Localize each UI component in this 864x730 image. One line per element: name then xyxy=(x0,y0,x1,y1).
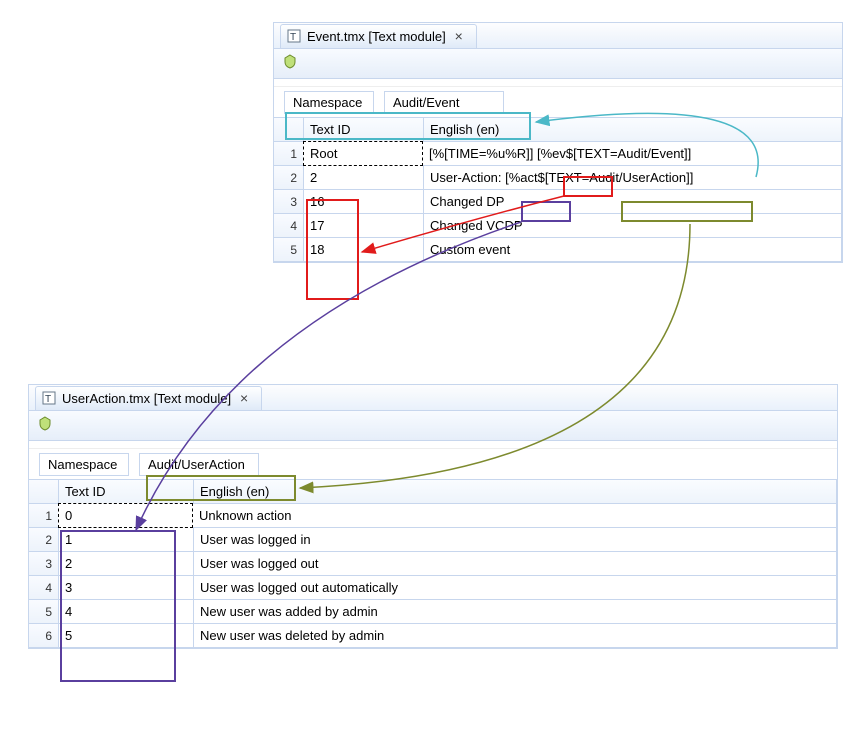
table-row[interactable]: 1 Root [%[TIME=%u%R]] [%ev$[TEXT=Audit/E… xyxy=(274,142,842,166)
english-header[interactable]: English (en) xyxy=(424,118,842,142)
separator xyxy=(29,441,837,449)
rownum: 6 xyxy=(29,624,59,648)
english-cell[interactable]: Changed VCDP xyxy=(424,214,842,238)
user-namespace-row: Namespace Audit/UserAction xyxy=(29,449,837,479)
table-row[interactable]: 2 2 User-Action: [%act$[TEXT=Audit/UserA… xyxy=(274,166,842,190)
english-cell[interactable]: User was logged in xyxy=(194,528,837,552)
table-row[interactable]: 4 17 Changed VCDP xyxy=(274,214,842,238)
english-cell[interactable]: User-Action: [%act$[TEXT=Audit/UserActio… xyxy=(424,166,842,190)
toolbar-lock-icon[interactable] xyxy=(282,54,298,73)
textid-cell[interactable]: 18 xyxy=(304,238,424,262)
event-toolbar xyxy=(274,49,842,79)
english-header[interactable]: English (en) xyxy=(194,480,837,504)
rownum-header xyxy=(274,118,304,142)
english-cell[interactable]: Custom event xyxy=(424,238,842,262)
rownum: 1 xyxy=(274,142,304,166)
table-row[interactable]: 5 4 New user was added by admin xyxy=(29,600,837,624)
event-namespace-value[interactable]: Audit/Event xyxy=(384,91,504,114)
textid-cell[interactable]: Root xyxy=(303,141,423,166)
user-tab[interactable]: T UserAction.tmx [Text module] × xyxy=(35,386,262,410)
user-tab-title: UserAction.tmx [Text module] xyxy=(62,391,231,406)
table-row[interactable]: 3 16 Changed DP xyxy=(274,190,842,214)
textid-cell[interactable]: 4 xyxy=(59,600,194,624)
rownum: 2 xyxy=(274,166,304,190)
textid-cell[interactable]: 0 xyxy=(58,503,193,528)
namespace-label: Namespace xyxy=(284,91,374,114)
rownum: 5 xyxy=(29,600,59,624)
event-tab[interactable]: T Event.tmx [Text module] × xyxy=(280,24,477,48)
close-icon[interactable]: × xyxy=(452,29,466,43)
textid-cell[interactable]: 16 xyxy=(304,190,424,214)
textid-cell[interactable]: 2 xyxy=(59,552,194,576)
rownum: 5 xyxy=(274,238,304,262)
textid-cell[interactable]: 17 xyxy=(304,214,424,238)
english-cell[interactable]: User was logged out xyxy=(194,552,837,576)
english-cell[interactable]: New user was deleted by admin xyxy=(194,624,837,648)
table-row[interactable]: 3 2 User was logged out xyxy=(29,552,837,576)
event-grid: Text ID English (en) 1 Root [%[TIME=%u%R… xyxy=(274,117,842,262)
text-module-icon: T xyxy=(287,29,301,43)
textid-header[interactable]: Text ID xyxy=(59,480,194,504)
textid-cell[interactable]: 5 xyxy=(59,624,194,648)
rownum-header xyxy=(29,480,59,504)
rownum: 4 xyxy=(29,576,59,600)
rownum: 1 xyxy=(29,504,59,528)
english-cell[interactable]: [%[TIME=%u%R]] [%ev$[TEXT=Audit/Event]] xyxy=(423,142,842,166)
user-toolbar xyxy=(29,411,837,441)
textid-cell[interactable]: 3 xyxy=(59,576,194,600)
namespace-label: Namespace xyxy=(39,453,129,476)
rownum: 3 xyxy=(274,190,304,214)
user-tab-strip: T UserAction.tmx [Text module] × xyxy=(29,385,837,411)
table-row[interactable]: 2 1 User was logged in xyxy=(29,528,837,552)
event-grid-header: Text ID English (en) xyxy=(274,118,842,142)
english-cell[interactable]: Changed DP xyxy=(424,190,842,214)
event-tab-strip: T Event.tmx [Text module] × xyxy=(274,23,842,49)
textid-header[interactable]: Text ID xyxy=(304,118,424,142)
text-module-icon: T xyxy=(42,391,56,405)
english-cell[interactable]: New user was added by admin xyxy=(194,600,837,624)
event-tab-title: Event.tmx [Text module] xyxy=(307,29,446,44)
svg-text:T: T xyxy=(290,32,296,43)
svg-text:T: T xyxy=(45,394,51,405)
event-window: T Event.tmx [Text module] × Namespace Au… xyxy=(273,22,843,263)
table-row[interactable]: 4 3 User was logged out automatically xyxy=(29,576,837,600)
user-grid-header: Text ID English (en) xyxy=(29,480,837,504)
user-grid: Text ID English (en) 1 0 Unknown action … xyxy=(29,479,837,648)
rownum: 4 xyxy=(274,214,304,238)
close-icon[interactable]: × xyxy=(237,391,251,405)
rownum: 3 xyxy=(29,552,59,576)
user-namespace-value[interactable]: Audit/UserAction xyxy=(139,453,259,476)
useraction-window: T UserAction.tmx [Text module] × Namespa… xyxy=(28,384,838,649)
table-row[interactable]: 1 0 Unknown action xyxy=(29,504,837,528)
textid-cell[interactable]: 2 xyxy=(304,166,424,190)
english-cell[interactable]: Unknown action xyxy=(193,504,837,528)
rownum: 2 xyxy=(29,528,59,552)
event-namespace-row: Namespace Audit/Event xyxy=(274,87,842,117)
separator xyxy=(274,79,842,87)
english-cell[interactable]: User was logged out automatically xyxy=(194,576,837,600)
textid-cell[interactable]: 1 xyxy=(59,528,194,552)
table-row[interactable]: 6 5 New user was deleted by admin xyxy=(29,624,837,648)
toolbar-lock-icon[interactable] xyxy=(37,416,53,435)
table-row[interactable]: 5 18 Custom event xyxy=(274,238,842,262)
